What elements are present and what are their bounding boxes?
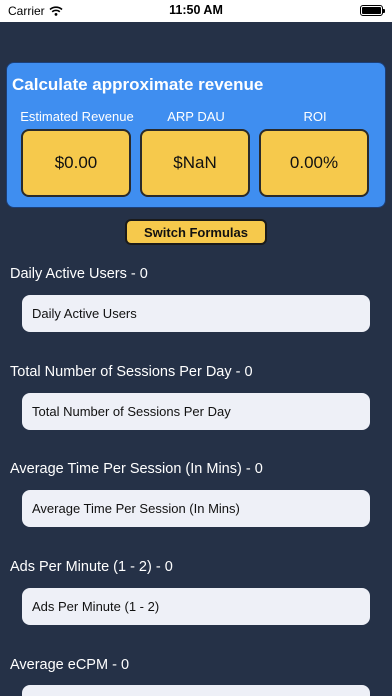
avg-time-per-session-label: Average Time Per Session (In Mins) - 0 <box>10 461 263 477</box>
arp-dau-value: $NaN <box>140 129 250 197</box>
average-ecpm-input[interactable] <box>22 685 370 696</box>
daily-active-users-input[interactable]: Daily Active Users <box>22 295 370 332</box>
arp-dau-label: ARP DAU <box>167 109 225 124</box>
ads-per-minute-input[interactable]: Ads Per Minute (1 - 2) <box>22 588 370 625</box>
avg-time-per-session-input[interactable]: Average Time Per Session (In Mins) <box>22 490 370 527</box>
revenue-title: Calculate approximate revenue <box>12 75 264 94</box>
estimated-revenue-value: $0.00 <box>21 129 131 197</box>
roi-value: 0.00% <box>259 129 369 197</box>
status-bar: Carrier 11:50 AM <box>0 0 392 22</box>
ads-per-minute-label: Ads Per Minute (1 - 2) - 0 <box>10 559 173 575</box>
switch-formulas-button[interactable]: Switch Formulas <box>125 219 267 245</box>
revenue-panel: Calculate approximate revenue Estimated … <box>6 62 386 208</box>
estimated-revenue-label: Estimated Revenue <box>20 109 134 124</box>
sessions-per-day-label: Total Number of Sessions Per Day - 0 <box>10 364 253 380</box>
sessions-per-day-input[interactable]: Total Number of Sessions Per Day <box>22 393 370 430</box>
roi-label: ROI <box>303 109 327 124</box>
average-ecpm-label: Average eCPM - 0 <box>10 657 130 673</box>
status-time: 11:50 AM <box>169 3 223 17</box>
battery-icon <box>360 5 385 16</box>
daily-active-users-label: Daily Active Users - 0 <box>10 266 148 282</box>
